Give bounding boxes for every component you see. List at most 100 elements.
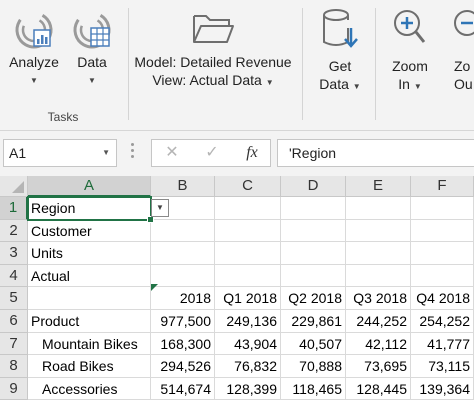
cell-b3[interactable] (151, 242, 215, 265)
cell-b4[interactable] (151, 264, 215, 288)
cell-e2[interactable] (346, 219, 411, 243)
row-header-2[interactable]: 2 (0, 219, 28, 243)
analyze-button[interactable]: Analyze ▼ (2, 4, 66, 102)
cell-b7[interactable]: 168,300 (151, 332, 215, 356)
cell-a4[interactable]: Actual (28, 264, 151, 288)
ribbon-separator (302, 8, 303, 120)
get-data-label: Data ▼ (319, 76, 361, 92)
cell-a3[interactable]: Units (28, 242, 151, 265)
chevron-down-icon: ▼ (156, 203, 164, 212)
cell-d3[interactable] (281, 242, 346, 265)
analyze-label: Analyze (9, 54, 59, 70)
get-data-button[interactable]: Get Data ▼ (308, 4, 372, 102)
cell-e3[interactable] (346, 242, 411, 265)
cell-f7[interactable]: 41,777 (411, 332, 474, 356)
column-header-c[interactable]: C (215, 176, 281, 197)
cell-a9[interactable]: Accessories (28, 377, 151, 400)
cell-d2[interactable] (281, 219, 346, 243)
cell-b5[interactable]: 2018 (151, 287, 215, 310)
enter-icon[interactable]: ✓ (198, 140, 226, 166)
row-header-9[interactable]: 9 (0, 377, 28, 400)
cell-d6[interactable]: 229,861 (281, 310, 346, 333)
model-view-button[interactable]: Model: Detailed Revenue View: Actual Dat… (132, 4, 294, 102)
cell-f8[interactable]: 73,115 (411, 355, 474, 378)
column-header-d[interactable]: D (281, 176, 346, 197)
column-header-f[interactable]: F (411, 176, 474, 197)
zoom-label: Zoom (392, 58, 428, 74)
cell-d5[interactable]: Q2 2018 (281, 287, 346, 310)
row-header-6[interactable]: 6 (0, 310, 28, 333)
row-header-4[interactable]: 4 (0, 264, 28, 288)
view-label: View: Actual Data ▼ (152, 72, 274, 88)
cell-f2[interactable] (411, 219, 474, 243)
cell-f3[interactable] (411, 242, 474, 265)
cell-d7[interactable]: 40,507 (281, 332, 346, 356)
cell-d8[interactable]: 70,888 (281, 355, 346, 378)
cell-dropdown-button[interactable]: ▼ (151, 199, 169, 217)
analyze-icon (15, 11, 53, 49)
cell-b8[interactable]: 294,526 (151, 355, 215, 378)
cell-d1[interactable] (281, 197, 346, 220)
zoom-out-button[interactable]: Zo Ou (446, 4, 474, 102)
get-label: Get (328, 58, 352, 74)
folder-icon (193, 15, 234, 43)
chevron-down-icon: ▼ (265, 78, 274, 87)
cell-b6[interactable]: 977,500 (151, 310, 215, 333)
zoom-in-icon (394, 10, 426, 43)
cell-c9[interactable]: 128,399 (215, 377, 281, 400)
cell-a8[interactable]: Road Bikes (28, 355, 151, 378)
row-header-5[interactable]: 5 (0, 287, 28, 310)
cell-c6[interactable]: 249,136 (215, 310, 281, 333)
cell-c1[interactable] (215, 197, 281, 220)
formula-input[interactable]: 'Region (277, 139, 474, 167)
zoom-out-label-1: Zo (454, 58, 471, 74)
cell-c3[interactable] (215, 242, 281, 265)
select-all-corner[interactable] (0, 176, 28, 197)
cell-e1[interactable] (346, 197, 411, 220)
cell-b9[interactable]: 514,674 (151, 377, 215, 400)
cell-e6[interactable]: 244,252 (346, 310, 411, 333)
row-header-7[interactable]: 7 (0, 332, 28, 356)
formula-bar-resize-handle[interactable] (127, 143, 137, 163)
cell-e9[interactable]: 128,445 (346, 377, 411, 400)
cell-e8[interactable]: 73,695 (346, 355, 411, 378)
row-header-8[interactable]: 8 (0, 355, 28, 378)
cell-c5[interactable]: Q1 2018 (215, 287, 281, 310)
row-header-3[interactable]: 3 (0, 242, 28, 265)
cell-a1[interactable]: Region (28, 197, 151, 220)
cell-b2[interactable] (151, 219, 215, 243)
cell-f9[interactable]: 139,364 (411, 377, 474, 400)
column-header-e[interactable]: E (346, 176, 411, 197)
data-grid-icon (73, 11, 111, 49)
column-header-b[interactable]: B (151, 176, 215, 197)
cell-c2[interactable] (215, 219, 281, 243)
data-button[interactable]: Data ▼ (66, 4, 118, 102)
cell-d9[interactable]: 118,465 (281, 377, 346, 400)
row-header-1[interactable]: 1 (0, 197, 28, 220)
cell-a2[interactable]: Customer (28, 219, 151, 243)
cell-e4[interactable] (346, 264, 411, 288)
zoom-in-button[interactable]: Zoom In ▼ (380, 4, 440, 102)
chevron-down-icon[interactable]: ▼ (102, 140, 110, 166)
cell-indicator-icon (151, 284, 158, 291)
cell-f5[interactable]: Q4 2018 (411, 287, 474, 310)
formula-bar: A1 ▼ ✕ ✓ fx 'Region (0, 131, 474, 176)
cancel-icon[interactable]: ✕ (158, 140, 186, 166)
group-label-tasks: Tasks (47, 110, 79, 124)
cell-a7[interactable]: Mountain Bikes (28, 332, 151, 356)
cell-f4[interactable] (411, 264, 474, 288)
column-header-a[interactable]: A (28, 176, 151, 197)
cell-a5[interactable] (28, 287, 151, 310)
cell-e5[interactable]: Q3 2018 (346, 287, 411, 310)
cell-f1[interactable] (411, 197, 474, 220)
cell-e7[interactable]: 42,112 (346, 332, 411, 356)
insert-function-icon[interactable]: fx (238, 140, 266, 166)
cell-c8[interactable]: 76,832 (215, 355, 281, 378)
cell-d4[interactable] (281, 264, 346, 288)
spreadsheet-grid: A B C D E F 1 Region 2 Customer 3 Units 4 Actual 5 2018… (0, 176, 474, 400)
name-box[interactable]: A1 ▼ (3, 139, 117, 167)
cell-c4[interactable] (215, 264, 281, 288)
cell-a6[interactable]: Product (28, 310, 151, 333)
cell-f6[interactable]: 254,252 (411, 310, 474, 333)
cell-c7[interactable]: 43,904 (215, 332, 281, 356)
